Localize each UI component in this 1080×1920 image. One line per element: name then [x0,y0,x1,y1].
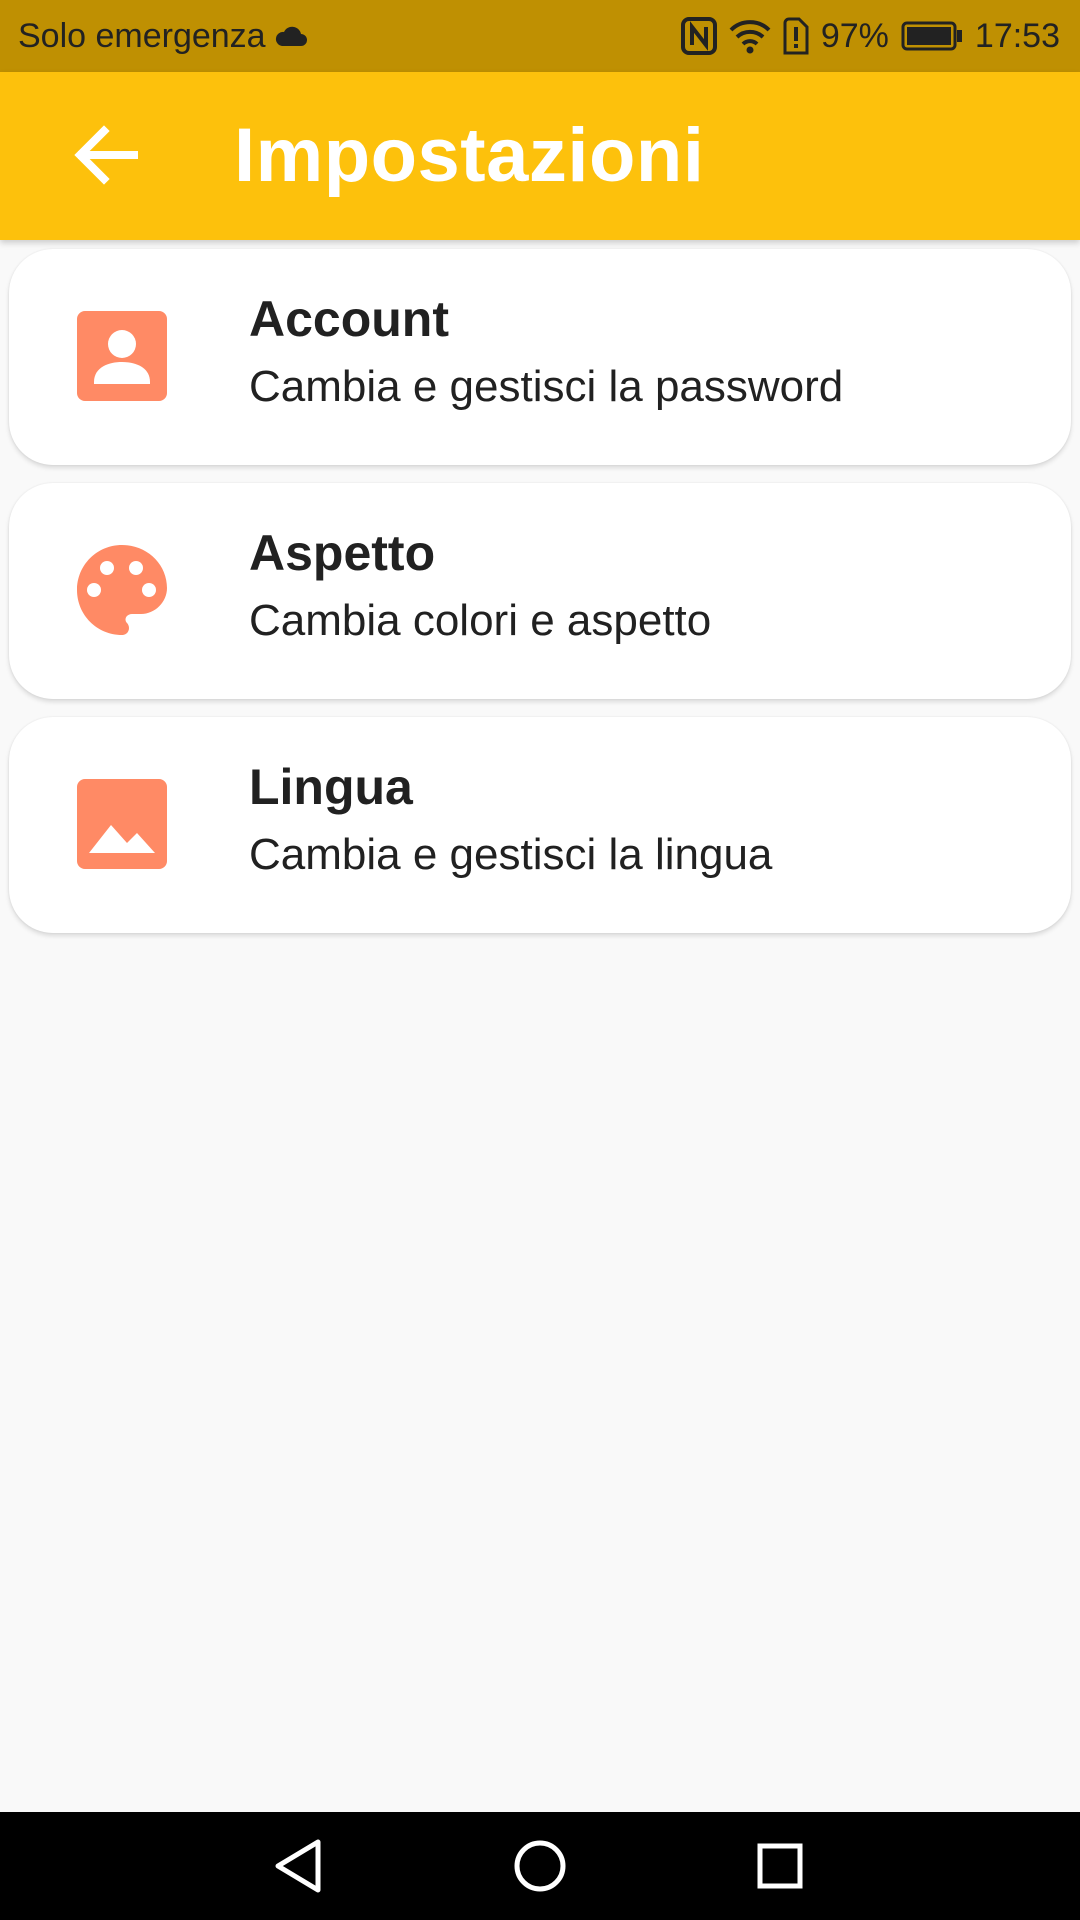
battery-icon [901,21,963,51]
settings-item-appearance[interactable]: Aspetto Cambia colori e aspetto [9,483,1071,699]
clock: 17:53 [974,16,1060,55]
settings-list: Account Cambia e gestisci la password As… [9,249,1071,951]
recents-square-icon [750,1843,810,1900]
wifi-icon [729,18,771,54]
settings-screen: Solo emergenza 97% 17:53 Impostazioni Ac… [0,0,1080,1920]
image-icon [77,779,167,869]
settings-item-title: Aspetto [249,525,436,581]
settings-item-subtitle: Cambia colori e aspetto [249,596,712,645]
settings-item-account[interactable]: Account Cambia e gestisci la password [9,249,1071,465]
battery-alert-icon [783,17,809,55]
nav-recents-button[interactable] [750,1836,810,1896]
home-circle-icon [510,1840,570,1900]
settings-item-title: Account [249,291,449,347]
settings-item-subtitle: Cambia e gestisci la lingua [249,830,773,879]
navigation-bar [0,1812,1080,1920]
settings-item-subtitle: Cambia e gestisci la password [249,362,844,411]
app-bar: Impostazioni [0,72,1080,240]
nav-back-button[interactable] [270,1836,330,1896]
settings-item-language[interactable]: Lingua Cambia e gestisci la lingua [9,717,1071,933]
status-bar: Solo emergenza 97% 17:53 [0,0,1080,72]
cloud-icon [274,24,308,48]
status-right: 97% 17:53 [680,16,1060,56]
settings-item-title: Lingua [249,759,413,815]
nfc-icon [680,17,717,55]
account-box-icon [77,311,167,401]
status-left: Solo emergenza [18,17,308,56]
palette-icon [77,545,167,635]
page-title: Impostazioni [234,113,705,198]
carrier-label: Solo emergenza [18,16,266,55]
back-button[interactable] [74,122,164,192]
back-triangle-icon [270,1839,330,1900]
battery-percent: 97% [820,16,889,55]
arrow-back-icon [74,124,138,190]
nav-home-button[interactable] [510,1836,570,1896]
